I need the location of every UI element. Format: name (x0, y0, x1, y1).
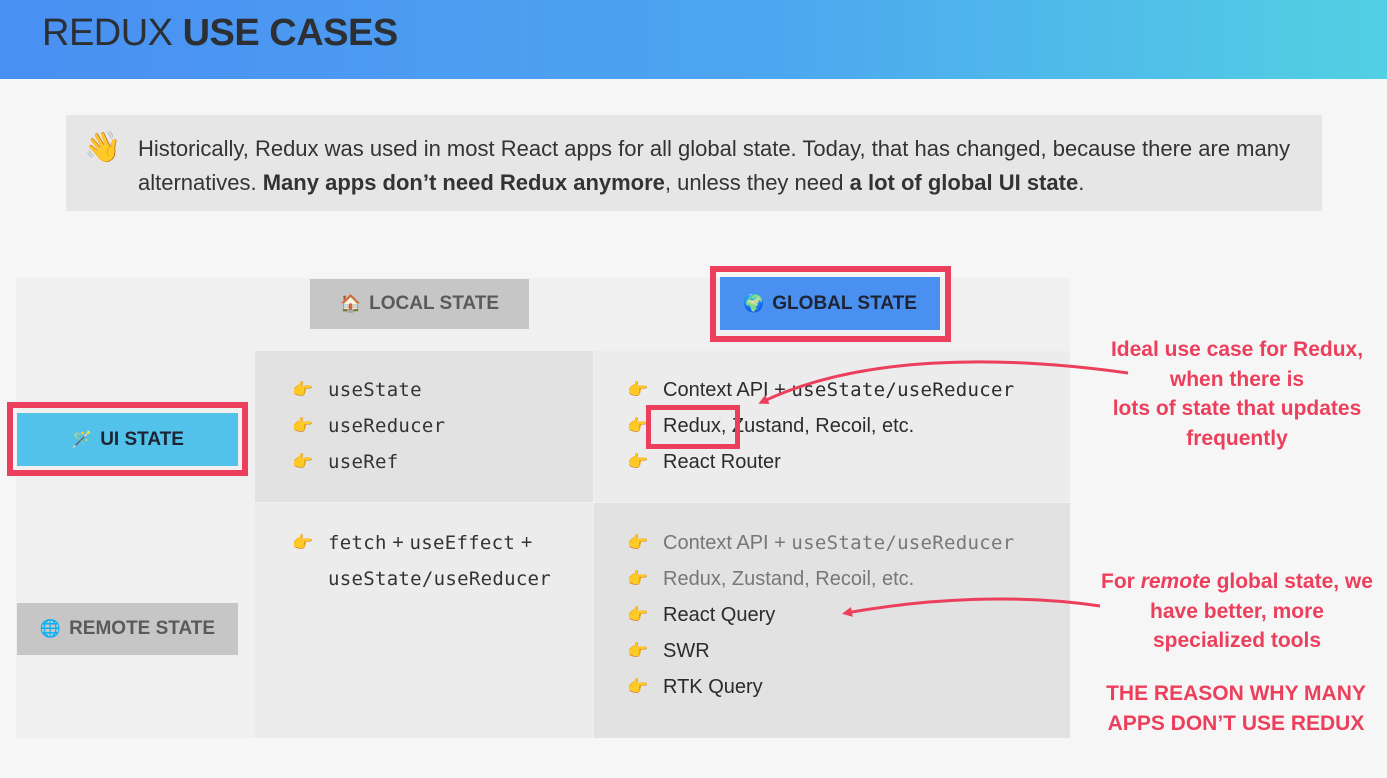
arrow-to-react-query (842, 597, 1101, 617)
arrow-to-redux (758, 360, 1129, 404)
annotation-arrows (758, 360, 1129, 617)
